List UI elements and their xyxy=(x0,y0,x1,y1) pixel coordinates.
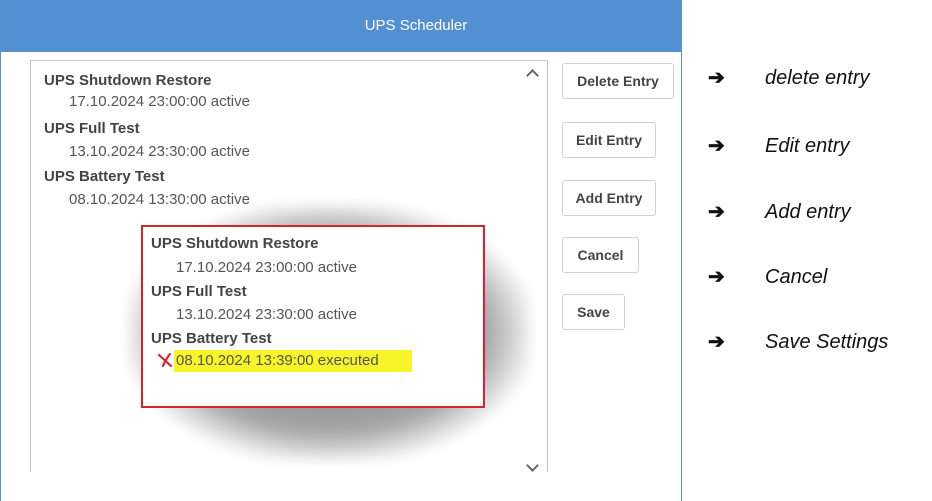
arrow-right-icon: ➔ xyxy=(708,135,725,157)
chevron-down-icon[interactable] xyxy=(525,459,539,474)
entry-title[interactable]: UPS Full Test xyxy=(44,120,140,137)
ups-scheduler-dialog: UPS Scheduler UPS Shutdown Restore 17.10… xyxy=(0,0,682,501)
arrow-right-icon: ➔ xyxy=(708,331,725,353)
entry-detail: 17.10.2024 23:00:00 active xyxy=(176,259,357,276)
delete-entry-button[interactable]: Delete Entry xyxy=(562,63,674,99)
edit-entry-button[interactable]: Edit Entry xyxy=(562,122,656,158)
save-button[interactable]: Save xyxy=(562,294,625,330)
dialog-title: UPS Scheduler xyxy=(1,0,681,52)
red-x-icon xyxy=(157,352,173,368)
entry-detail[interactable]: 17.10.2024 23:00:00 active xyxy=(69,93,250,110)
entry-title: UPS Full Test xyxy=(151,283,247,300)
screen: UPS Scheduler UPS Shutdown Restore 17.10… xyxy=(0,0,932,501)
entry-title[interactable]: UPS Shutdown Restore xyxy=(44,72,212,89)
note-cancel: ➔ Cancel xyxy=(708,264,827,289)
arrow-right-icon: ➔ xyxy=(708,266,725,288)
note-text: Cancel xyxy=(765,266,828,288)
arrow-right-icon: ➔ xyxy=(708,67,725,89)
entry-detail: 13.10.2024 23:30:00 active xyxy=(176,306,357,323)
note-text: Save Settings xyxy=(765,331,889,353)
note-text: Add entry xyxy=(765,201,851,223)
arrow-right-icon: ➔ xyxy=(708,201,725,223)
entry-title[interactable]: UPS Battery Test xyxy=(44,168,165,185)
note-save: ➔ Save Settings xyxy=(708,329,888,354)
chevron-up-icon[interactable] xyxy=(525,67,539,82)
cancel-button[interactable]: Cancel xyxy=(562,237,639,273)
note-text: delete entry xyxy=(765,67,870,89)
note-delete: ➔ delete entry xyxy=(708,65,870,90)
entry-title: UPS Shutdown Restore xyxy=(151,235,319,252)
add-entry-button[interactable]: Add Entry xyxy=(562,180,656,216)
note-text: Edit entry xyxy=(765,135,850,157)
note-add: ➔ Add entry xyxy=(708,199,851,224)
zoom-inset: UPS Shutdown Restore 17.10.2024 23:00:00… xyxy=(141,225,485,408)
entry-detail: 08.10.2024 13:39:00 executed xyxy=(176,352,379,369)
entry-title: UPS Battery Test xyxy=(151,330,272,347)
entry-detail[interactable]: 13.10.2024 23:30:00 active xyxy=(69,143,250,160)
note-edit: ➔ Edit entry xyxy=(708,133,849,158)
